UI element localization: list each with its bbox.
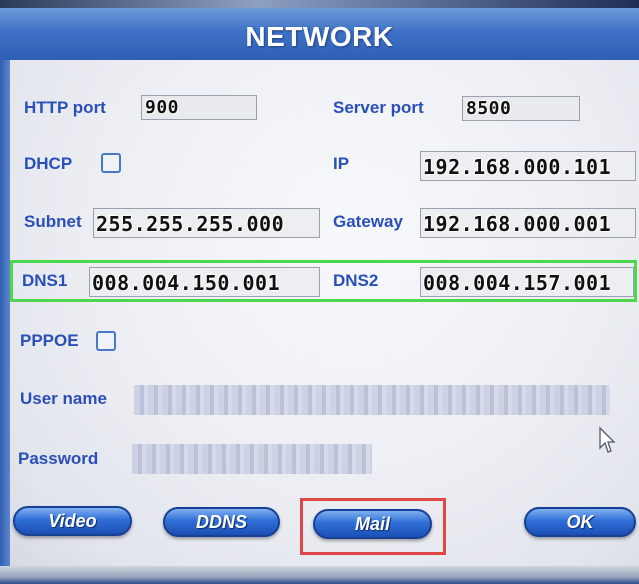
gateway-value: 192.168.000.001 xyxy=(423,212,612,236)
gateway-field[interactable]: 192.168.000.001 xyxy=(420,208,636,238)
dns2-value: 008.004.157.001 xyxy=(423,271,612,295)
top-strip xyxy=(0,0,639,8)
ip-value: 192.168.000.101 xyxy=(423,155,612,179)
ddns-button[interactable]: DDNS xyxy=(163,507,280,537)
dns2-label: DNS2 xyxy=(333,271,379,290)
bottom-strip xyxy=(0,566,639,584)
ip-field[interactable]: 192.168.000.101 xyxy=(420,151,636,181)
server-port-field[interactable]: 8500 xyxy=(462,96,580,121)
dns2-field[interactable]: 008.004.157.001 xyxy=(420,267,634,297)
dns1-field[interactable]: 008.004.150.001 xyxy=(89,267,320,297)
server-port-value: 8500 xyxy=(466,98,512,119)
gateway-label: Gateway xyxy=(333,212,403,231)
subnet-field[interactable]: 255.255.255.000 xyxy=(93,208,320,238)
dhcp-checkbox[interactable] xyxy=(101,153,121,173)
subnet-value: 255.255.255.000 xyxy=(96,212,285,236)
dhcp-label: DHCP xyxy=(24,154,73,173)
ip-label: IP xyxy=(333,154,350,173)
user-name-field[interactable] xyxy=(134,385,610,415)
server-port-label: Server port xyxy=(333,98,424,117)
mouse-pointer-icon xyxy=(599,426,616,453)
network-settings-screen: NETWORK HTTP port 900 Server port 8500 D… xyxy=(0,0,639,584)
password-label: Password xyxy=(18,449,99,468)
page-title: NETWORK xyxy=(245,21,394,52)
ok-button[interactable]: OK xyxy=(524,507,636,537)
pppoe-label: PPPOE xyxy=(20,331,79,350)
password-field[interactable] xyxy=(132,444,372,474)
pppoe-checkbox[interactable] xyxy=(96,331,116,351)
http-port-label: HTTP port xyxy=(24,98,106,117)
left-frame xyxy=(0,60,10,584)
dns1-value: 008.004.150.001 xyxy=(92,271,281,295)
http-port-field[interactable]: 900 xyxy=(141,95,257,120)
user-name-label: User name xyxy=(20,389,107,408)
video-button[interactable]: Video xyxy=(13,506,132,536)
http-port-value: 900 xyxy=(145,97,180,118)
mail-highlight-box xyxy=(300,498,446,555)
dns1-label: DNS1 xyxy=(22,271,68,290)
title-bar: NETWORK xyxy=(0,8,639,60)
subnet-label: Subnet xyxy=(24,212,82,231)
